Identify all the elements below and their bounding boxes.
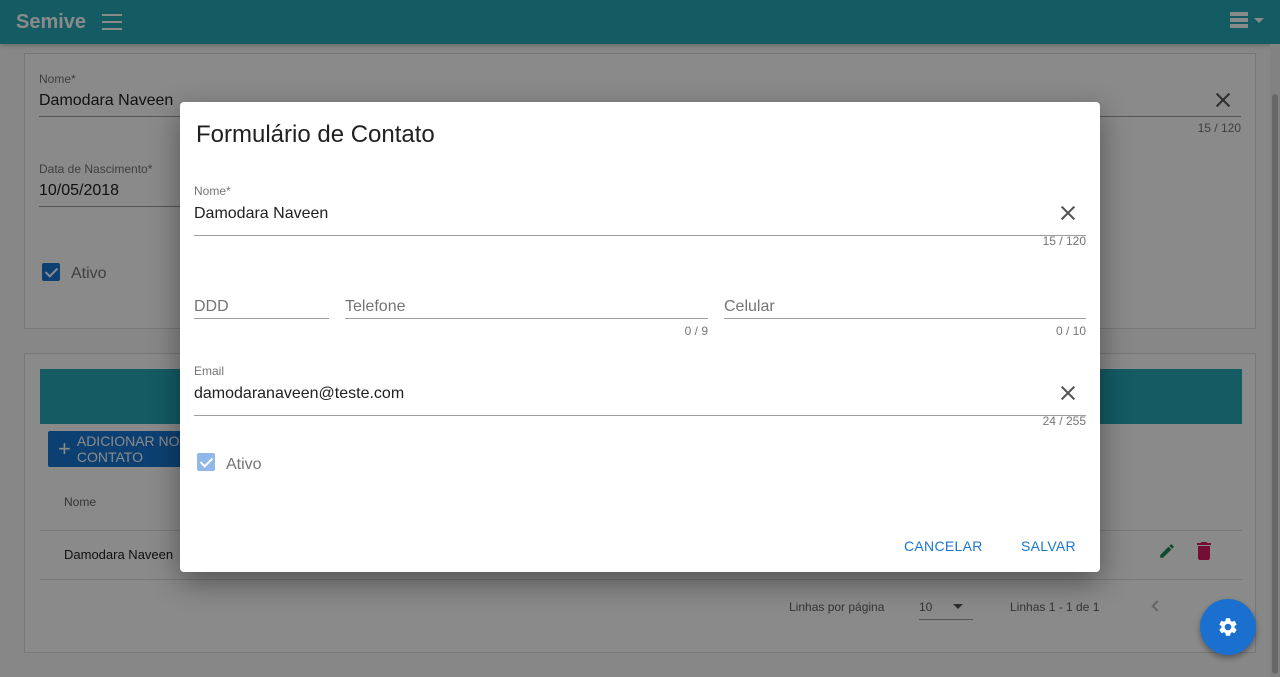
ativo-checkbox[interactable]: [197, 453, 215, 471]
ativo-label: Ativo: [226, 456, 262, 473]
save-button[interactable]: SALVAR: [1021, 538, 1076, 554]
contact-form-dialog: Formulário de Contato Nome* Damodara Nav…: [180, 102, 1100, 572]
email-counter: 24 / 255: [1042, 414, 1086, 428]
nome-input[interactable]: Damodara Naveen: [194, 203, 1086, 236]
nome-field[interactable]: Nome* Damodara Naveen: [194, 184, 1086, 236]
celular-field[interactable]: Celular: [724, 286, 1086, 319]
dialog-title: Formulário de Contato: [196, 121, 435, 148]
email-field[interactable]: Email damodaranaveen@teste.com: [194, 364, 1086, 416]
email-label: Email: [194, 364, 225, 378]
email-input[interactable]: damodaranaveen@teste.com: [194, 383, 1086, 416]
ddd-field[interactable]: DDD: [194, 286, 329, 319]
ddd-input[interactable]: DDD: [194, 286, 329, 319]
gear-icon: [1219, 618, 1237, 636]
celular-counter: 0 / 10: [1055, 324, 1086, 338]
telefone-input[interactable]: Telefone: [345, 286, 708, 319]
telefone-field[interactable]: Telefone: [345, 286, 708, 319]
nome-counter: 15 / 120: [1042, 234, 1086, 248]
clear-email-icon[interactable]: [1059, 384, 1077, 402]
nome-label: Nome*: [194, 184, 231, 198]
telefone-counter: 0 / 9: [684, 324, 708, 338]
clear-nome-icon[interactable]: [1059, 204, 1077, 222]
celular-input[interactable]: Celular: [724, 286, 1086, 319]
cancel-button[interactable]: CANCELAR: [904, 538, 983, 554]
settings-fab-button[interactable]: [1200, 599, 1256, 655]
